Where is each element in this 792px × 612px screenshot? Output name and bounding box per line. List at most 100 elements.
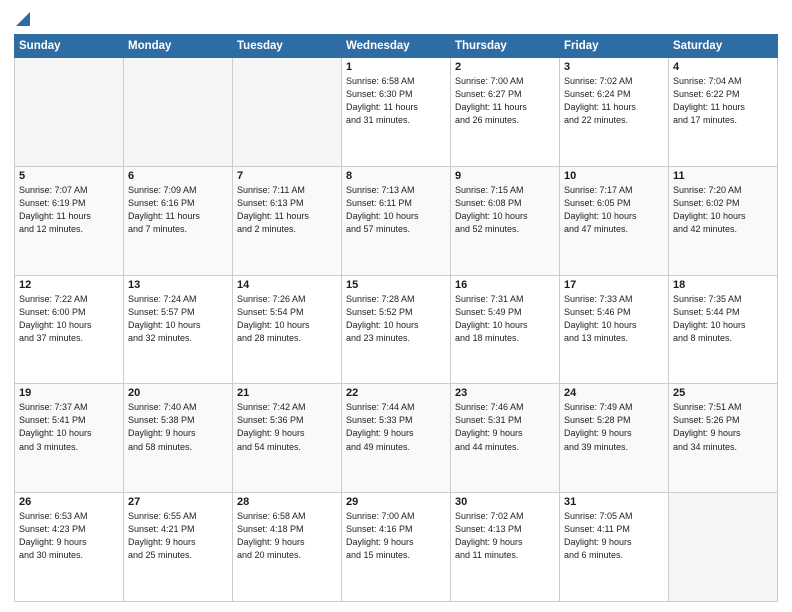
table-row: 24 Sunrise: 7:49 AM Sunset: 5:28 PM Dayli… xyxy=(560,384,669,493)
day-info: Sunrise: 7:00 AM Sunset: 4:16 PM Dayligh… xyxy=(346,510,446,562)
day-info: Sunrise: 7:46 AM Sunset: 5:31 PM Dayligh… xyxy=(455,401,555,453)
day-info: Sunrise: 7:51 AM Sunset: 5:26 PM Dayligh… xyxy=(673,401,773,453)
table-row xyxy=(15,58,124,167)
logo xyxy=(14,10,30,26)
table-row xyxy=(669,493,778,602)
table-row: 6 Sunrise: 7:09 AM Sunset: 6:16 PM Daylig… xyxy=(124,166,233,275)
table-row: 15Sunrise: 7:28 AM Sunset: 5:52 PM Dayli… xyxy=(342,275,451,384)
table-row xyxy=(233,58,342,167)
table-row: 23Sunrise: 7:46 AM Sunset: 5:31 PM Dayli… xyxy=(451,384,560,493)
day-info: Sunrise: 7:02 AM Sunset: 4:13 PM Dayligh… xyxy=(455,510,555,562)
table-row: 10 Sunrise: 7:17 AM Sunset: 6:05 PM Dayli… xyxy=(560,166,669,275)
day-number: 21 xyxy=(237,387,337,399)
table-row: 21Sunrise: 7:42 AM Sunset: 5:36 PM Dayli… xyxy=(233,384,342,493)
day-info: Sunrise: 6:55 AM Sunset: 4:21 PM Dayligh… xyxy=(128,510,228,562)
table-row: 20 Sunrise: 7:40 AM Sunset: 5:38 PM Dayli… xyxy=(124,384,233,493)
day-info: Sunrise: 7:40 AM Sunset: 5:38 PM Dayligh… xyxy=(128,401,228,453)
day-info: Sunrise: 7:11 AM Sunset: 6:13 PM Dayligh… xyxy=(237,184,337,236)
day-number: 3 xyxy=(564,61,664,73)
day-info: Sunrise: 7:22 AM Sunset: 6:00 PM Dayligh… xyxy=(19,293,119,345)
table-row: 18Sunrise: 7:35 AM Sunset: 5:44 PM Dayli… xyxy=(669,275,778,384)
day-number: 4 xyxy=(673,61,773,73)
day-number: 28 xyxy=(237,496,337,508)
table-row: 22 Sunrise: 7:44 AM Sunset: 5:33 PM Dayli… xyxy=(342,384,451,493)
table-row: 9 Sunrise: 7:15 AM Sunset: 6:08 PM Daylig… xyxy=(451,166,560,275)
day-number: 27 xyxy=(128,496,228,508)
col-wednesday: Wednesday xyxy=(342,35,451,58)
table-row: 7Sunrise: 7:11 AM Sunset: 6:13 PM Daylig… xyxy=(233,166,342,275)
table-row: 12 Sunrise: 7:22 AM Sunset: 6:00 PM Dayli… xyxy=(15,275,124,384)
calendar-week-row: 12 Sunrise: 7:22 AM Sunset: 6:00 PM Dayli… xyxy=(15,275,778,384)
day-info: Sunrise: 7:07 AM Sunset: 6:19 PM Dayligh… xyxy=(19,184,119,236)
page: Sunday Monday Tuesday Wednesday Thursday… xyxy=(0,0,792,612)
day-info: Sunrise: 7:24 AM Sunset: 5:57 PM Dayligh… xyxy=(128,293,228,345)
day-number: 13 xyxy=(128,279,228,291)
day-info: Sunrise: 7:09 AM Sunset: 6:16 PM Dayligh… xyxy=(128,184,228,236)
table-row: 8Sunrise: 7:13 AM Sunset: 6:11 PM Daylig… xyxy=(342,166,451,275)
table-row: 31 Sunrise: 7:05 AM Sunset: 4:11 PM Dayli… xyxy=(560,493,669,602)
day-number: 1 xyxy=(346,61,446,73)
day-info: Sunrise: 7:49 AM Sunset: 5:28 PM Dayligh… xyxy=(564,401,664,453)
table-row: 13 Sunrise: 7:24 AM Sunset: 5:57 PM Dayli… xyxy=(124,275,233,384)
table-row: 2 Sunrise: 7:00 AM Sunset: 6:27 PM Daylig… xyxy=(451,58,560,167)
day-number: 2 xyxy=(455,61,555,73)
day-number: 29 xyxy=(346,496,446,508)
calendar-week-row: 26 Sunrise: 6:53 AM Sunset: 4:23 PM Dayli… xyxy=(15,493,778,602)
day-info: Sunrise: 7:20 AM Sunset: 6:02 PM Dayligh… xyxy=(673,184,773,236)
day-info: Sunrise: 7:35 AM Sunset: 5:44 PM Dayligh… xyxy=(673,293,773,345)
table-row: 3 Sunrise: 7:02 AM Sunset: 6:24 PM Daylig… xyxy=(560,58,669,167)
table-row: 1 Sunrise: 6:58 AM Sunset: 6:30 PM Daylig… xyxy=(342,58,451,167)
day-number: 30 xyxy=(455,496,555,508)
calendar-week-row: 1 Sunrise: 6:58 AM Sunset: 6:30 PM Daylig… xyxy=(15,58,778,167)
calendar-header-row: Sunday Monday Tuesday Wednesday Thursday… xyxy=(15,35,778,58)
day-info: Sunrise: 7:26 AM Sunset: 5:54 PM Dayligh… xyxy=(237,293,337,345)
logo-triangle-icon xyxy=(16,12,30,26)
day-number: 5 xyxy=(19,170,119,182)
day-number: 31 xyxy=(564,496,664,508)
day-info: Sunrise: 7:44 AM Sunset: 5:33 PM Dayligh… xyxy=(346,401,446,453)
table-row: 16 Sunrise: 7:31 AM Sunset: 5:49 PM Dayli… xyxy=(451,275,560,384)
calendar-week-row: 5 Sunrise: 7:07 AM Sunset: 6:19 PM Daylig… xyxy=(15,166,778,275)
day-number: 25 xyxy=(673,387,773,399)
col-saturday: Saturday xyxy=(669,35,778,58)
day-info: Sunrise: 6:53 AM Sunset: 4:23 PM Dayligh… xyxy=(19,510,119,562)
day-info: Sunrise: 7:33 AM Sunset: 5:46 PM Dayligh… xyxy=(564,293,664,345)
col-monday: Monday xyxy=(124,35,233,58)
day-info: Sunrise: 7:37 AM Sunset: 5:41 PM Dayligh… xyxy=(19,401,119,453)
day-number: 9 xyxy=(455,170,555,182)
day-number: 24 xyxy=(564,387,664,399)
day-info: Sunrise: 6:58 AM Sunset: 6:30 PM Dayligh… xyxy=(346,75,446,127)
day-number: 12 xyxy=(19,279,119,291)
day-number: 17 xyxy=(564,279,664,291)
day-info: Sunrise: 7:13 AM Sunset: 6:11 PM Dayligh… xyxy=(346,184,446,236)
day-info: Sunrise: 7:00 AM Sunset: 6:27 PM Dayligh… xyxy=(455,75,555,127)
day-number: 10 xyxy=(564,170,664,182)
table-row: 11 Sunrise: 7:20 AM Sunset: 6:02 PM Dayli… xyxy=(669,166,778,275)
day-info: Sunrise: 7:05 AM Sunset: 4:11 PM Dayligh… xyxy=(564,510,664,562)
day-info: Sunrise: 7:31 AM Sunset: 5:49 PM Dayligh… xyxy=(455,293,555,345)
table-row: 17 Sunrise: 7:33 AM Sunset: 5:46 PM Dayli… xyxy=(560,275,669,384)
calendar-week-row: 19 Sunrise: 7:37 AM Sunset: 5:41 PM Dayli… xyxy=(15,384,778,493)
col-thursday: Thursday xyxy=(451,35,560,58)
header xyxy=(14,10,778,26)
day-number: 20 xyxy=(128,387,228,399)
day-number: 14 xyxy=(237,279,337,291)
day-number: 16 xyxy=(455,279,555,291)
table-row: 14 Sunrise: 7:26 AM Sunset: 5:54 PM Dayli… xyxy=(233,275,342,384)
day-number: 15 xyxy=(346,279,446,291)
day-info: Sunrise: 7:17 AM Sunset: 6:05 PM Dayligh… xyxy=(564,184,664,236)
day-number: 6 xyxy=(128,170,228,182)
day-number: 19 xyxy=(19,387,119,399)
table-row: 27 Sunrise: 6:55 AM Sunset: 4:21 PM Dayli… xyxy=(124,493,233,602)
day-number: 26 xyxy=(19,496,119,508)
table-row: 5 Sunrise: 7:07 AM Sunset: 6:19 PM Daylig… xyxy=(15,166,124,275)
day-number: 22 xyxy=(346,387,446,399)
col-sunday: Sunday xyxy=(15,35,124,58)
day-info: Sunrise: 7:02 AM Sunset: 6:24 PM Dayligh… xyxy=(564,75,664,127)
day-number: 11 xyxy=(673,170,773,182)
day-info: Sunrise: 7:15 AM Sunset: 6:08 PM Dayligh… xyxy=(455,184,555,236)
table-row: 30 Sunrise: 7:02 AM Sunset: 4:13 PM Dayli… xyxy=(451,493,560,602)
table-row: 26 Sunrise: 6:53 AM Sunset: 4:23 PM Dayli… xyxy=(15,493,124,602)
table-row: 29 Sunrise: 7:00 AM Sunset: 4:16 PM Dayli… xyxy=(342,493,451,602)
calendar-table: Sunday Monday Tuesday Wednesday Thursday… xyxy=(14,34,778,602)
